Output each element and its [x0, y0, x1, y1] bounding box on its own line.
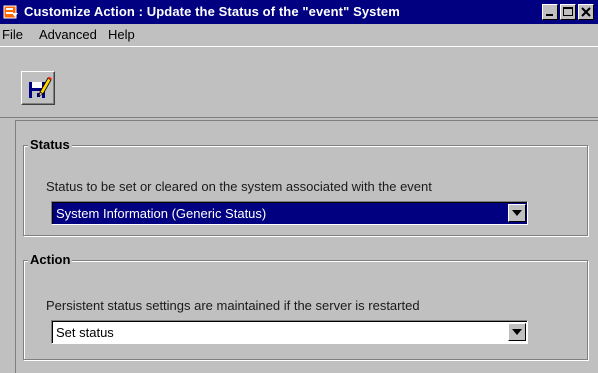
action-group-title: Action [28, 252, 73, 267]
status-group: Status Status to be set or cleared on th… [23, 137, 588, 236]
maximize-button[interactable] [560, 4, 576, 20]
save-button[interactable] [21, 71, 55, 105]
chevron-down-icon [512, 210, 522, 216]
minimize-icon [546, 14, 553, 16]
action-select[interactable]: Set status [51, 320, 528, 344]
content-panel: Status Status to be set or cleared on th… [15, 120, 598, 373]
action-group: Action Persistent status settings are ma… [23, 252, 588, 360]
status-select[interactable]: System Information (Generic Status) [51, 201, 528, 225]
action-dropdown-button[interactable] [508, 323, 526, 341]
menu-help[interactable]: Help [108, 27, 135, 42]
menu-advanced[interactable]: Advanced [39, 27, 97, 42]
title-bar[interactable]: Customize Action : Update the Status of … [0, 0, 598, 24]
save-icon [29, 76, 52, 98]
status-description: Status to be set or cleared on the syste… [46, 179, 432, 194]
minimize-button[interactable] [542, 4, 558, 20]
app-icon [3, 4, 19, 20]
menu-file[interactable]: File [2, 27, 23, 42]
window-title: Customize Action : Update the Status of … [24, 4, 400, 19]
customize-action-window: Customize Action : Update the Status of … [0, 0, 598, 373]
action-description: Persistent status settings are maintaine… [46, 298, 420, 313]
status-dropdown-button[interactable] [508, 204, 526, 222]
status-group-title: Status [28, 137, 72, 152]
maximize-icon [563, 7, 573, 16]
chevron-down-icon [512, 329, 522, 335]
toolbar [0, 46, 598, 118]
close-button[interactable] [578, 4, 594, 20]
menu-bar: File Advanced Help [0, 24, 598, 46]
close-icon [581, 7, 591, 17]
action-select-value: Set status [56, 325, 114, 340]
status-select-value: System Information (Generic Status) [56, 206, 267, 221]
